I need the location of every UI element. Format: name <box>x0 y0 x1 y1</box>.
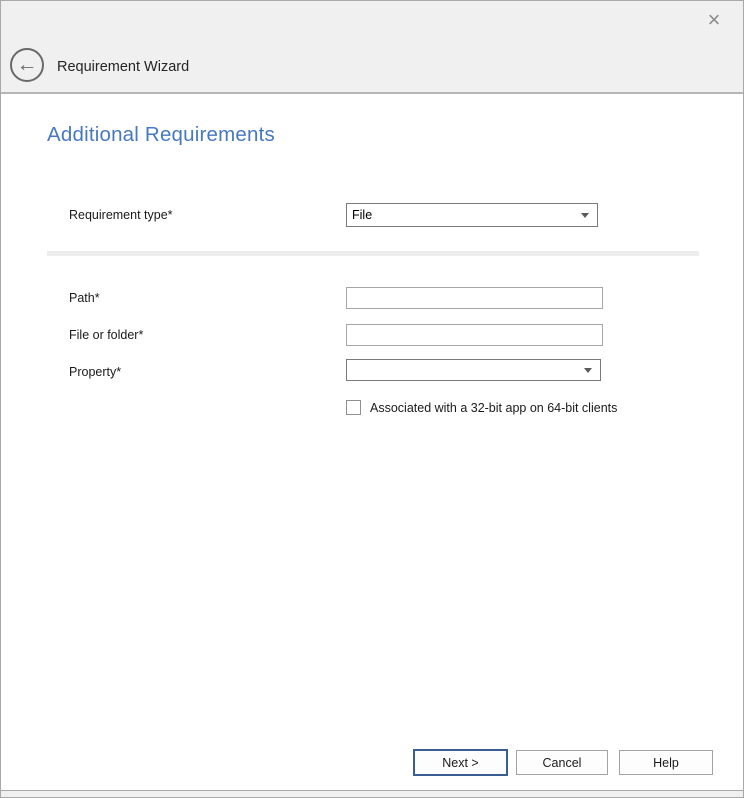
section-separator <box>47 251 699 256</box>
chevron-down-icon <box>584 368 592 373</box>
requirement-type-dropdown[interactable]: File <box>346 203 598 227</box>
path-input[interactable] <box>346 287 603 309</box>
close-button[interactable]: × <box>699 5 729 35</box>
next-button[interactable]: Next > <box>413 749 508 776</box>
file-or-folder-input[interactable] <box>346 324 603 346</box>
path-label: Path* <box>69 291 100 305</box>
requirement-type-value: File <box>352 208 372 222</box>
header: × ← Requirement Wizard <box>1 1 743 94</box>
back-arrow-icon: ← <box>17 54 38 75</box>
association-checkbox[interactable] <box>346 400 361 415</box>
property-label: Property* <box>69 365 121 379</box>
wizard-title: Requirement Wizard <box>57 59 189 75</box>
help-button[interactable]: Help <box>619 750 713 775</box>
chevron-down-icon <box>581 213 589 218</box>
close-icon: × <box>708 7 721 33</box>
page-heading: Additional Requirements <box>47 123 275 147</box>
requirement-wizard-dialog: × ← Requirement Wizard Additional Requir… <box>0 0 744 798</box>
file-or-folder-label: File or folder* <box>69 328 143 342</box>
requirement-type-label: Requirement type* <box>69 208 173 222</box>
property-dropdown[interactable] <box>346 359 601 381</box>
association-checkbox-label[interactable]: Associated with a 32-bit app on 64-bit c… <box>370 401 617 415</box>
back-button[interactable]: ← <box>10 48 44 82</box>
window-bottom-edge <box>1 790 743 797</box>
cancel-button[interactable]: Cancel <box>516 750 608 775</box>
